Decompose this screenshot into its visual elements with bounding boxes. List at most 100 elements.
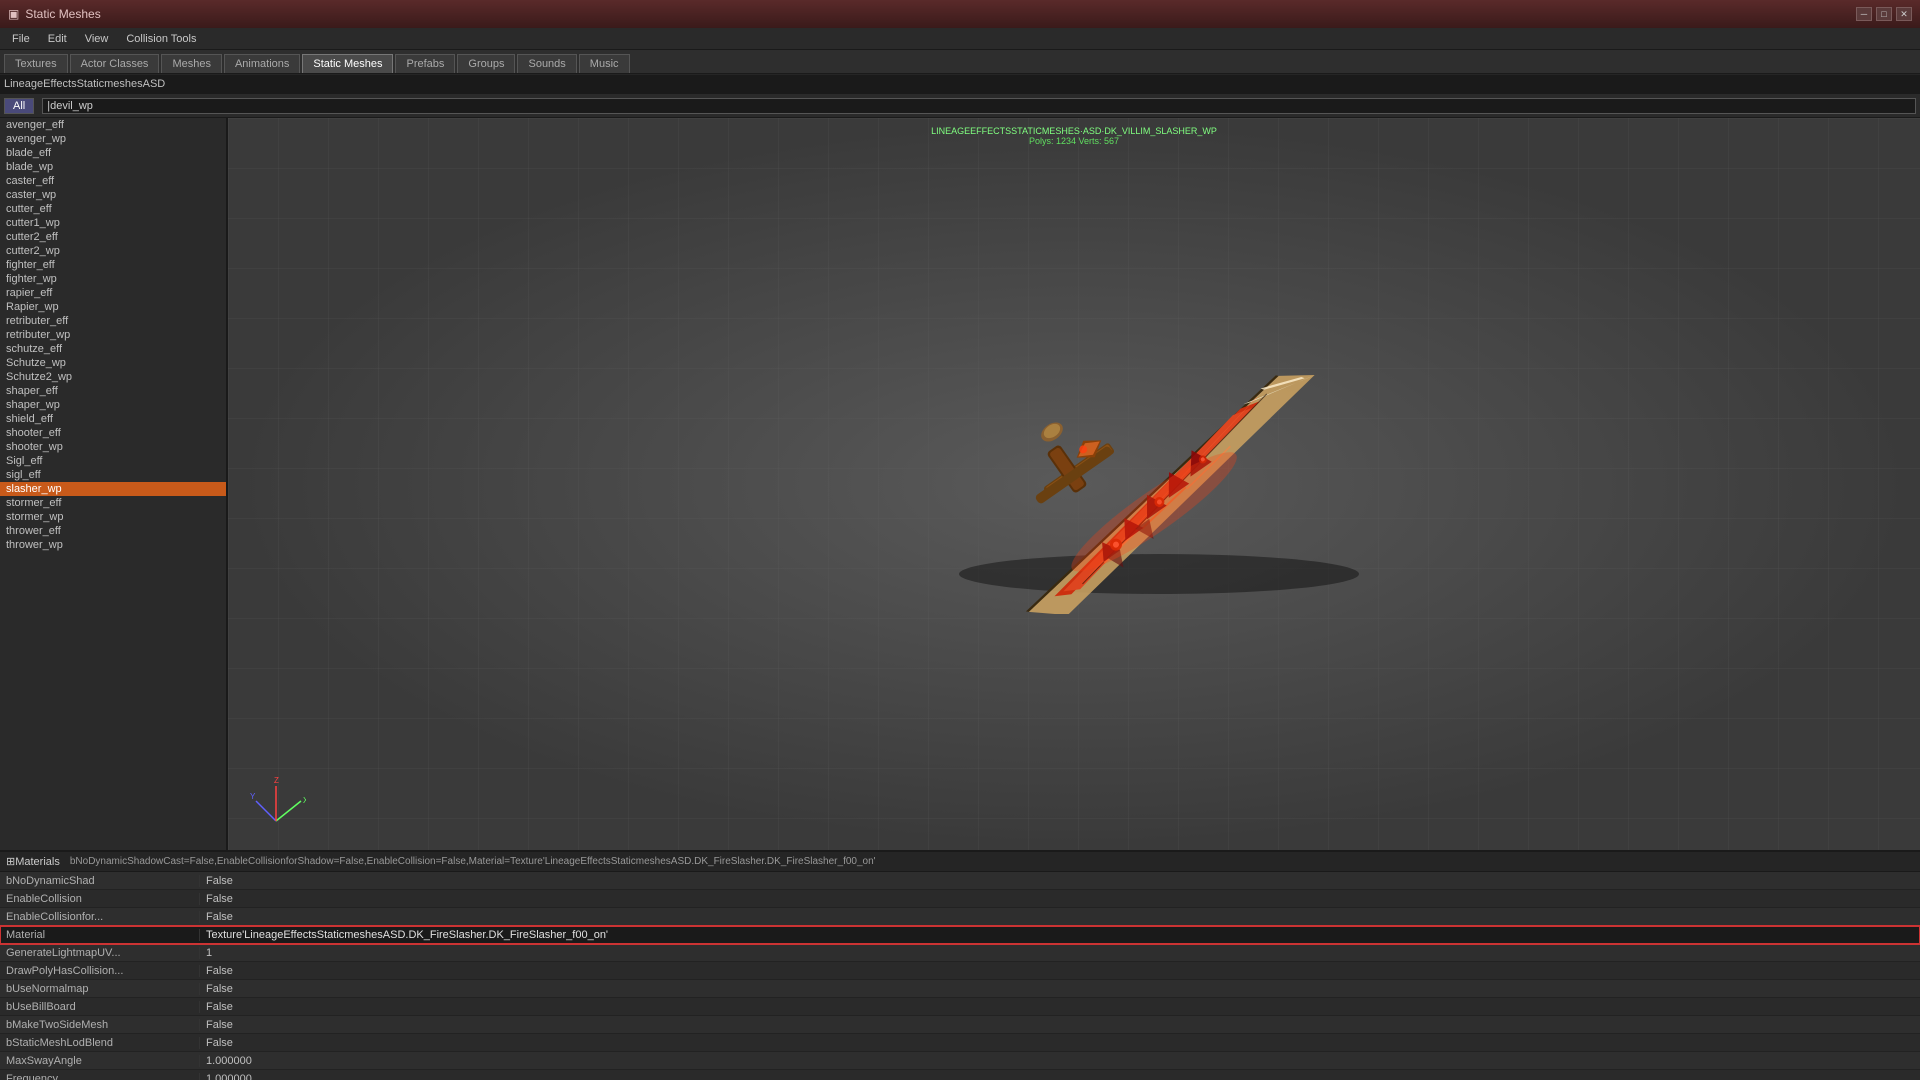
list-item[interactable]: fighter_eff xyxy=(0,258,226,272)
property-row: DrawPolyHasCollision...False xyxy=(0,962,1920,980)
properties-rows: bNoDynamicShadFalseEnableCollisionFalseE… xyxy=(0,872,1920,1080)
list-item[interactable]: cutter1_wp xyxy=(0,216,226,230)
list-item[interactable]: rapier_eff xyxy=(0,286,226,300)
list-item[interactable]: caster_wp xyxy=(0,188,226,202)
minimize-button[interactable]: ─ xyxy=(1856,7,1872,21)
list-item[interactable]: shooter_eff xyxy=(0,426,226,440)
property-row: bUseNormalmapFalse xyxy=(0,980,1920,998)
viewport[interactable]: LINEAGEEFFECTSSTATICMESHES·ASD·DK_VILLIM… xyxy=(228,118,1920,850)
list-item[interactable]: shaper_eff xyxy=(0,384,226,398)
property-row: bStaticMeshLodBlendFalse xyxy=(0,1034,1920,1052)
property-value: False xyxy=(200,1037,239,1049)
sidebar-list: avenger_effavenger_wpblade_effblade_wpca… xyxy=(0,118,228,850)
list-item[interactable]: thrower_eff xyxy=(0,524,226,538)
menu-bar: File Edit View Collision Tools xyxy=(0,28,1920,50)
tab-textures[interactable]: Textures xyxy=(4,54,68,73)
list-item[interactable]: retributer_eff xyxy=(0,314,226,328)
title-bar: ▣ Static Meshes ─ □ ✕ xyxy=(0,0,1920,28)
app-icon: ▣ xyxy=(8,7,19,21)
property-row: EnableCollisionfor...False xyxy=(0,908,1920,926)
list-item[interactable]: avenger_eff xyxy=(0,118,226,132)
property-label: MaxSwayAngle xyxy=(0,1055,200,1067)
list-item[interactable]: cutter_eff xyxy=(0,202,226,216)
tab-meshes[interactable]: Meshes xyxy=(161,54,222,73)
list-item[interactable]: Schutze_wp xyxy=(0,356,226,370)
tab-static-meshes[interactable]: Static Meshes xyxy=(302,54,393,73)
list-item[interactable]: stormer_wp xyxy=(0,510,226,524)
list-item[interactable]: blade_eff xyxy=(0,146,226,160)
viewport-info-line2: Polys: 1234 Verts: 567 xyxy=(931,136,1217,146)
title-bar-controls: ─ □ ✕ xyxy=(1856,7,1912,21)
property-label: Material xyxy=(0,929,200,941)
property-label: EnableCollisionfor... xyxy=(0,911,200,923)
svg-text:X: X xyxy=(303,796,306,805)
property-row: bUseBillBoardFalse xyxy=(0,998,1920,1016)
property-label: bUseBillBoard xyxy=(0,1001,200,1013)
viewport-info: LINEAGEEFFECTSSTATICMESHES·ASD·DK_VILLIM… xyxy=(931,126,1217,146)
filter-all-button[interactable]: All xyxy=(4,98,34,114)
property-row: MaxSwayAngle1.000000 xyxy=(0,1052,1920,1070)
viewport-background: LINEAGEEFFECTSSTATICMESHES·ASD·DK_VILLIM… xyxy=(228,118,1920,850)
tab-groups[interactable]: Groups xyxy=(457,54,515,73)
filter-input[interactable] xyxy=(42,98,1916,114)
list-item[interactable]: fighter_wp xyxy=(0,272,226,286)
properties-long-header: bNoDynamicShadowCast=False,EnableCollisi… xyxy=(70,856,876,867)
properties-header-label: ⊞ xyxy=(6,855,15,868)
svg-text:Z: Z xyxy=(274,776,279,785)
list-item[interactable]: shield_eff xyxy=(0,412,226,426)
maximize-button[interactable]: □ xyxy=(1876,7,1892,21)
property-value: False xyxy=(200,1019,239,1031)
property-row: MaterialTexture'LineageEffectsStaticmesh… xyxy=(0,926,1920,944)
list-item[interactable]: Rapier_wp xyxy=(0,300,226,314)
menu-collision-tools[interactable]: Collision Tools xyxy=(118,31,204,47)
tab-animations[interactable]: Animations xyxy=(224,54,300,73)
property-label: bUseNormalmap xyxy=(0,983,200,995)
list-item[interactable]: retributer_wp xyxy=(0,328,226,342)
list-item[interactable]: stormer_eff xyxy=(0,496,226,510)
menu-edit[interactable]: Edit xyxy=(40,31,75,47)
property-value: False xyxy=(200,965,239,977)
properties-header-text: Materials xyxy=(15,856,60,868)
list-item[interactable]: shooter_wp xyxy=(0,440,226,454)
property-value: 1.000000 xyxy=(200,1055,258,1067)
close-button[interactable]: ✕ xyxy=(1896,7,1912,21)
property-label: EnableCollision xyxy=(0,893,200,905)
search-input[interactable] xyxy=(0,75,1920,93)
filter-row: All xyxy=(0,94,1920,118)
property-row: bNoDynamicShadFalse xyxy=(0,872,1920,890)
list-item[interactable]: sigl_eff xyxy=(0,468,226,482)
property-label: GenerateLightmapUV... xyxy=(0,947,200,959)
list-item[interactable]: shaper_wp xyxy=(0,398,226,412)
list-item[interactable]: blade_wp xyxy=(0,160,226,174)
axis-indicator: X Y Z xyxy=(246,771,306,834)
tab-music[interactable]: Music xyxy=(579,54,630,73)
menu-file[interactable]: File xyxy=(4,31,38,47)
list-item[interactable]: schutze_eff xyxy=(0,342,226,356)
search-bar xyxy=(0,74,1920,94)
property-label: bStaticMeshLodBlend xyxy=(0,1037,200,1049)
list-item[interactable]: cutter2_wp xyxy=(0,244,226,258)
model-container xyxy=(909,334,1409,634)
list-item[interactable]: cutter2_eff xyxy=(0,230,226,244)
property-row: EnableCollisionFalse xyxy=(0,890,1920,908)
property-value: False xyxy=(200,893,239,905)
list-item[interactable]: slasher_wp xyxy=(0,482,226,496)
list-item[interactable]: caster_eff xyxy=(0,174,226,188)
list-item[interactable]: thrower_wp xyxy=(0,538,226,552)
tab-sounds[interactable]: Sounds xyxy=(517,54,576,73)
property-value: 1.000000 xyxy=(200,1073,258,1080)
list-item[interactable]: Sigl_eff xyxy=(0,454,226,468)
tab-prefabs[interactable]: Prefabs xyxy=(395,54,455,73)
property-value: False xyxy=(200,983,239,995)
title-bar-left: ▣ Static Meshes xyxy=(8,7,101,21)
list-item[interactable]: Schutze2_wp xyxy=(0,370,226,384)
tab-bar: Textures Actor Classes Meshes Animations… xyxy=(0,50,1920,74)
tab-actor-classes[interactable]: Actor Classes xyxy=(70,54,160,73)
property-label: DrawPolyHasCollision... xyxy=(0,965,200,977)
list-item[interactable]: avenger_wp xyxy=(0,132,226,146)
property-value: False xyxy=(200,875,239,887)
viewport-info-line1: LINEAGEEFFECTSSTATICMESHES·ASD·DK_VILLIM… xyxy=(931,126,1217,136)
property-label: bMakeTwoSideMesh xyxy=(0,1019,200,1031)
property-label: Frequency xyxy=(0,1073,200,1080)
menu-view[interactable]: View xyxy=(77,31,117,47)
